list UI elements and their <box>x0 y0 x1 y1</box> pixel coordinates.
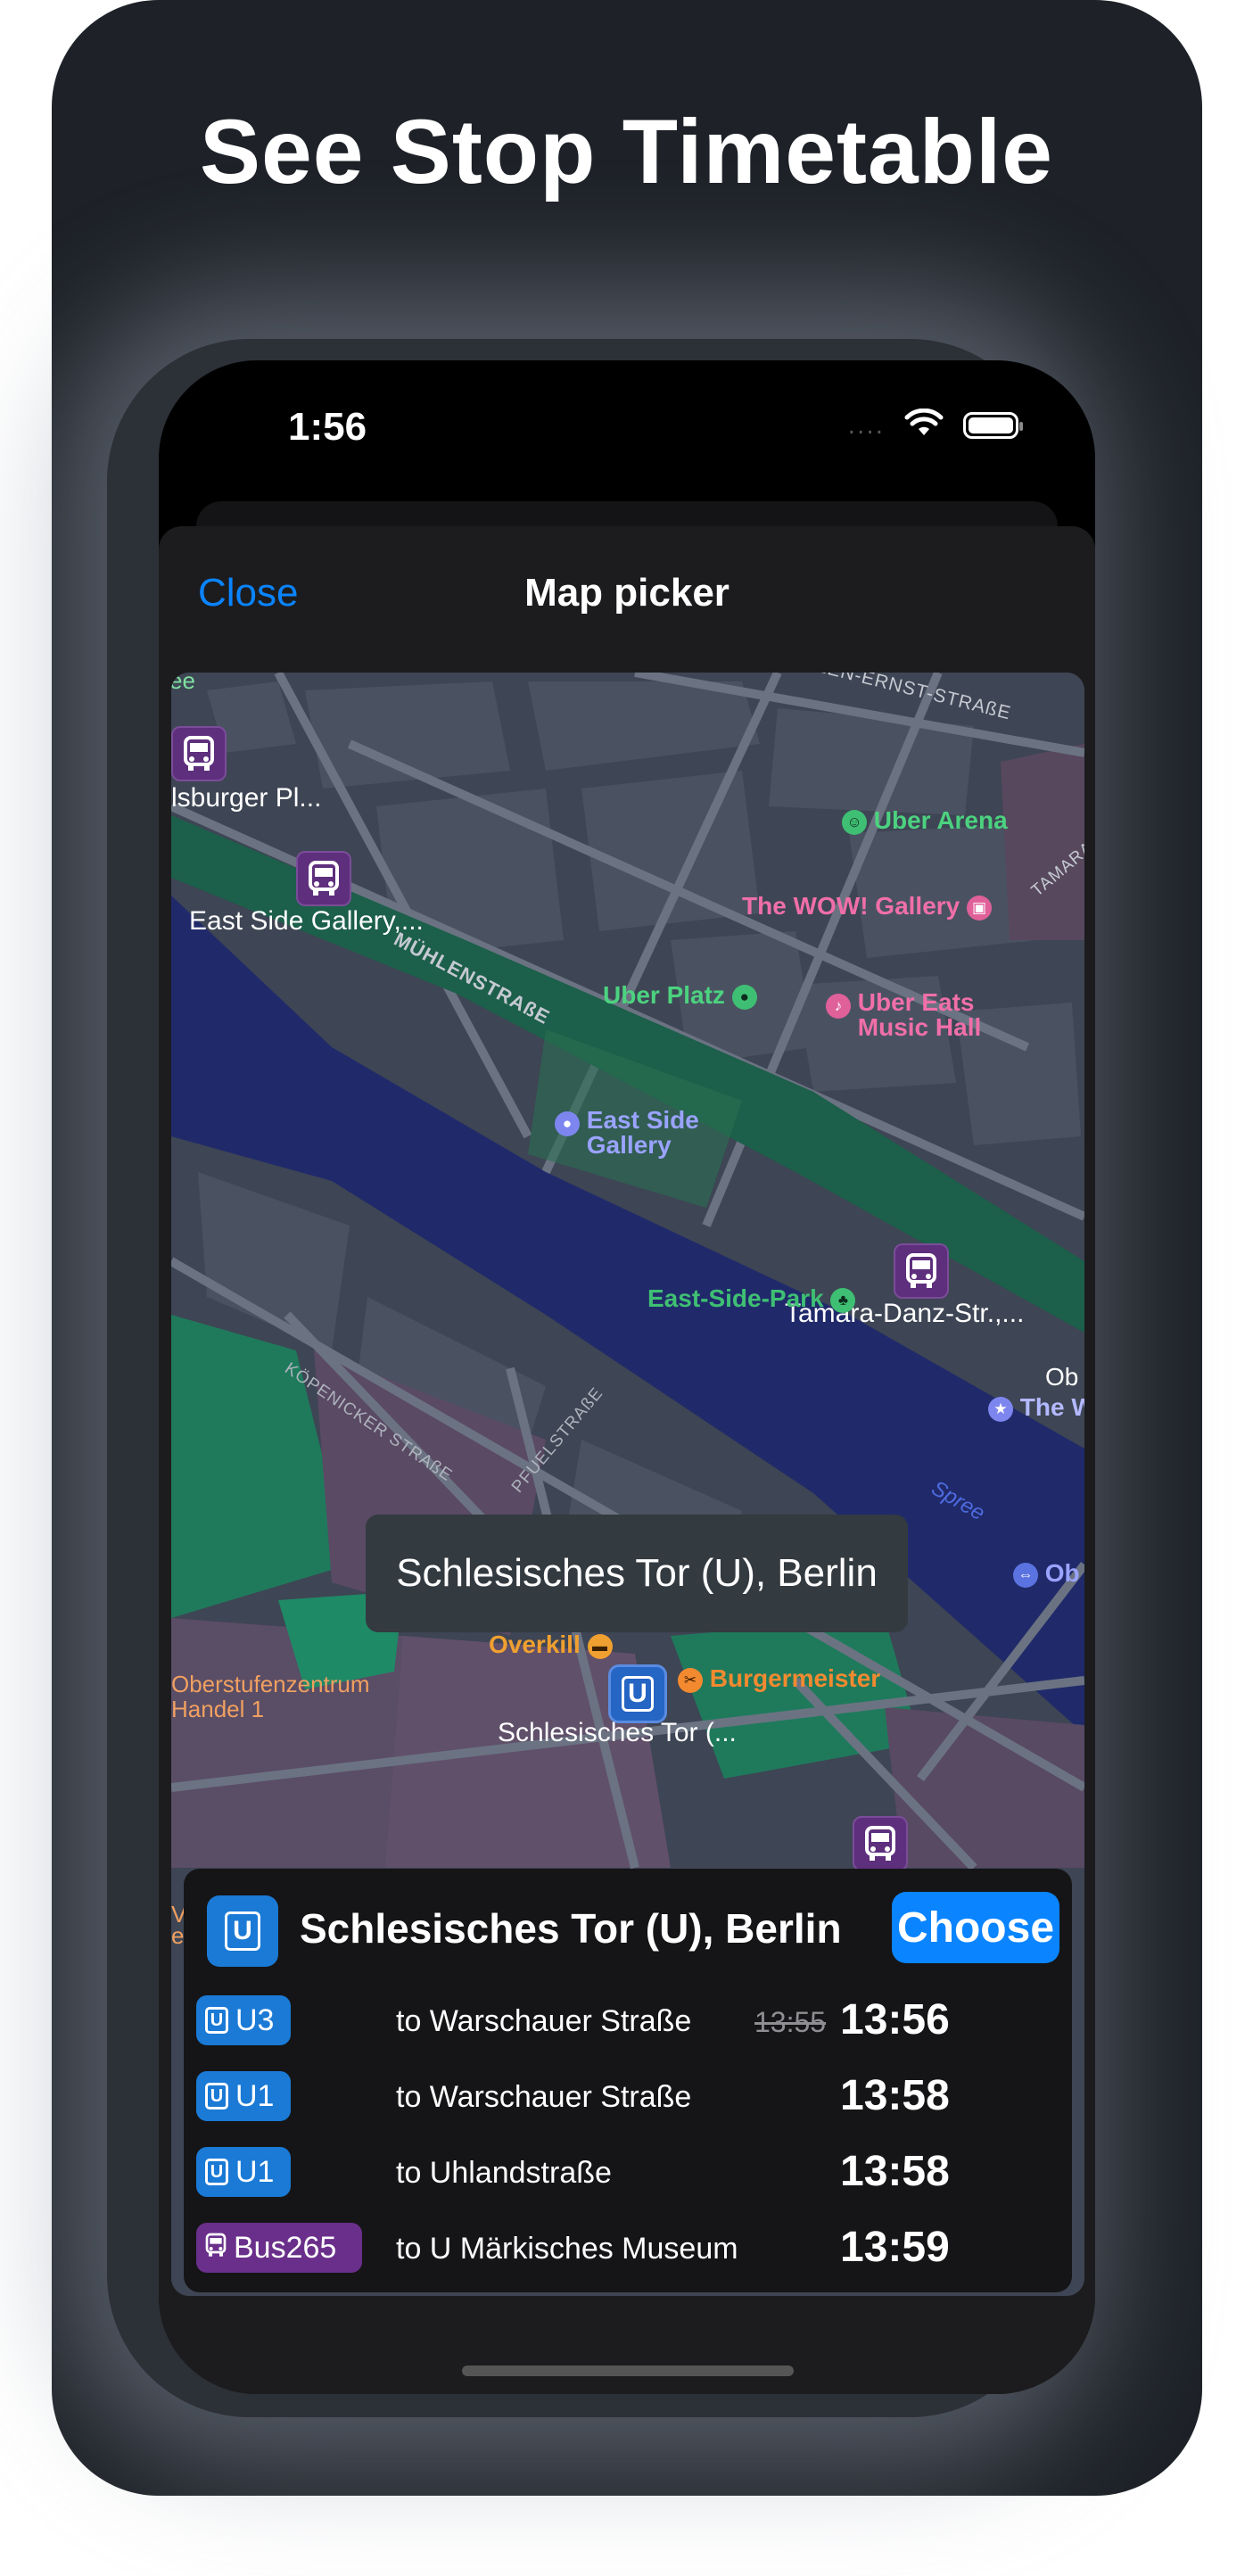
poi-the-w[interactable]: ★ The W <box>988 1393 1084 1422</box>
music-icon: ♪ <box>826 994 851 1019</box>
departure-time: 13:58 <box>840 2148 950 2195</box>
poi-uber-eats-music-hall[interactable]: ♪ Uber Eats Music Hall <box>826 990 981 1040</box>
landmark-icon: ● <box>555 1111 580 1136</box>
line-badge: U U3 <box>196 1995 291 2045</box>
plaza-icon: ● <box>731 984 757 1010</box>
departure-destination: to Warschauer Straße <box>396 2080 692 2114</box>
gallery-icon: ▣ <box>967 895 993 921</box>
panel-stop-name: Schlesisches Tor (U), Berlin <box>300 1905 842 1952</box>
ferry-icon: ⇔ <box>1013 1562 1038 1588</box>
poi-east-side-park[interactable]: East-Side-Park ♣ <box>647 1284 856 1313</box>
departure-row[interactable]: U U1 to Warschauer Straße 13:58 <box>184 2066 1072 2128</box>
selected-stop-tooltip: Schlesisches Tor (U), Berlin <box>366 1515 908 1632</box>
stop-label-partial-top: ee <box>171 673 195 694</box>
line-badge: U U1 <box>196 2147 291 2197</box>
poi-uber-platz[interactable]: Uber Platz ● <box>603 981 757 1010</box>
ubahn-icon: U <box>205 2083 228 2110</box>
map-picker-sheet: Close Map picker MÜHLENSTRAßE KÖPENICKER… <box>159 526 1095 2394</box>
home-indicator <box>462 2365 794 2376</box>
departure-destination: to Warschauer Straße <box>396 2004 692 2038</box>
choose-button[interactable]: Choose <box>892 1892 1059 1963</box>
poi-ob-ferry[interactable]: ⇔ Ob <box>1013 1559 1080 1588</box>
bus-stop-icon[interactable] <box>894 1243 949 1299</box>
poi-wow-gallery[interactable]: The WOW! Gallery ▣ <box>742 892 993 921</box>
bus-icon <box>205 2231 227 2266</box>
departure-destination: to Uhlandstraße <box>396 2156 612 2190</box>
poi-burgermeister[interactable]: ✂ Burgermeister <box>678 1664 880 1693</box>
line-badge: Bus265 <box>196 2223 362 2273</box>
signal-dots-icon: .... <box>847 409 885 440</box>
departure-time: 13:58 <box>840 2072 950 2119</box>
scheduled-time: 13:55 <box>754 2006 827 2038</box>
bus-stop-icon[interactable] <box>853 1816 908 1871</box>
status-icons: .... <box>847 408 1023 442</box>
headline: See Stop Timetable <box>199 101 1054 202</box>
ubahn-icon: U <box>207 1895 278 1967</box>
poi-uber-arena[interactable]: ☺ Uber Arena <box>842 806 1008 835</box>
departure-row[interactable]: U U3 to Warschauer Straße 13:55 13:56 <box>184 1990 1072 2052</box>
stop-label-east-side-gallery: East Side Gallery,... <box>189 906 424 936</box>
bus-stop-icon[interactable] <box>296 851 351 906</box>
restaurant-icon: ✂ <box>678 1667 703 1693</box>
ubahn-icon: U <box>622 1676 654 1712</box>
departure-time: 13:56 <box>840 1996 950 2043</box>
wifi-icon <box>904 408 944 442</box>
stop-label-schlesisches: Schlesisches Tor (... <box>498 1718 737 1747</box>
park-icon: ♣ <box>830 1287 856 1313</box>
poi-overkill[interactable]: Overkill ▬ <box>489 1631 613 1659</box>
status-time: 1:56 <box>288 405 367 449</box>
stop-departures-panel: U Schlesisches Tor (U), Berlin Choose U … <box>184 1869 1072 2292</box>
ubahn-icon: U <box>205 2007 228 2034</box>
poi-ob-partial: Ob <box>1045 1363 1079 1391</box>
poi-oberstufenzentrum[interactable]: Oberstufenzentrum Handel 1 <box>171 1672 370 1721</box>
ubahn-stop-pin[interactable]: U <box>608 1664 667 1723</box>
stop-label-warschauer: lsburger Pl... <box>171 783 322 813</box>
map-view[interactable]: HELEN-ERNST-STRAßE MÜHLENSTRAßE KÖPENICK… <box>171 673 1084 2296</box>
shop-icon: ▬ <box>587 1633 613 1659</box>
ubahn-icon: U <box>205 2159 228 2185</box>
departure-time: 13:59 <box>840 2224 950 2271</box>
sheet-title: Map picker <box>524 571 730 615</box>
departure-row[interactable]: U U1 to Uhlandstraße 13:58 <box>184 2142 1072 2204</box>
departure-row[interactable]: Bus265 to U Märkisches Museum 13:59 <box>184 2217 1072 2280</box>
line-badge: U U1 <box>196 2071 291 2121</box>
bus-stop-icon[interactable] <box>171 726 227 781</box>
phone-frame: 1:56 .... Close Map picker MÜHLENSTRAßE … <box>159 360 1095 2394</box>
star-icon: ★ <box>988 1396 1013 1422</box>
departure-destination: to U Märkisches Museum <box>396 2232 738 2266</box>
poi-east-side-gallery[interactable]: ● East Side Gallery <box>555 1108 699 1158</box>
battery-icon <box>963 411 1023 439</box>
arena-icon: ☺ <box>842 809 867 835</box>
